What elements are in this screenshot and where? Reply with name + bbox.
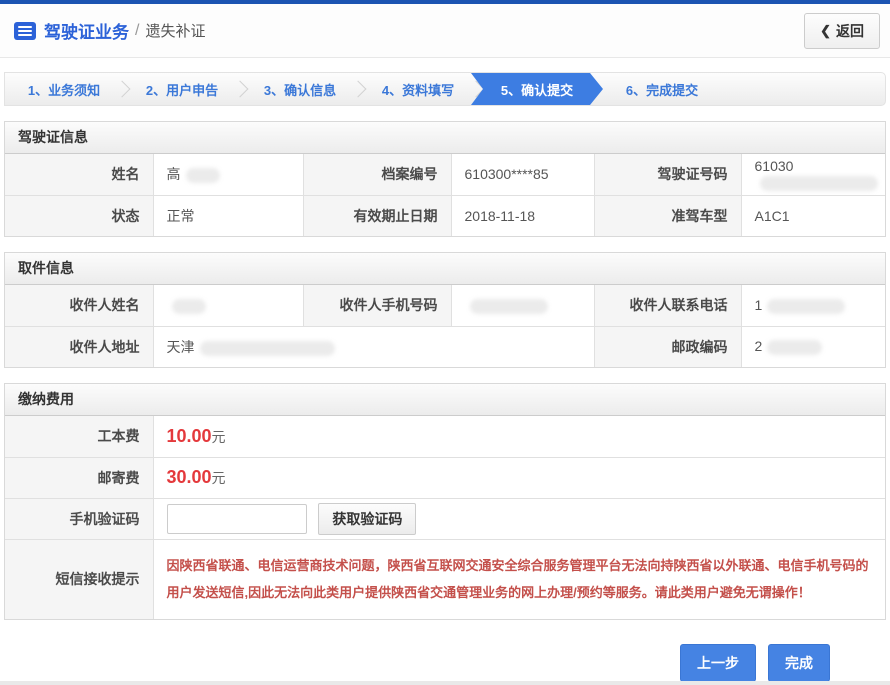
get-captcha-button[interactable]: 获取验证码: [318, 503, 416, 535]
previous-step-button[interactable]: 上一步: [680, 644, 756, 682]
file-no-value: 610300****85: [451, 154, 594, 195]
captcha-label: 手机验证码: [5, 498, 153, 539]
address-value: 天津: [153, 326, 594, 367]
table-row: 手机验证码 获取验证码: [5, 498, 885, 539]
bottom-divider: [0, 681, 890, 685]
step-4-fill-material: 4、资料填写: [359, 73, 477, 105]
recipient-mobile-value: [451, 285, 594, 326]
back-button[interactable]: ❮ 返回: [804, 13, 880, 49]
recipient-phone-label: 收件人联系电话: [594, 285, 741, 326]
work-fee-label: 工本费: [5, 416, 153, 457]
sms-tip-label: 短信接收提示: [5, 539, 153, 619]
step-2-user-declaration: 2、用户申告: [123, 73, 241, 105]
finish-button[interactable]: 完成: [768, 644, 830, 682]
vehicle-class-value: A1C1: [741, 195, 885, 236]
status-label: 状态: [5, 195, 153, 236]
page-title: 驾驶证业务: [44, 18, 129, 43]
license-info-section: 驾驶证信息 姓名 高 档案编号 610300****85 驾驶证号码 61030…: [4, 121, 886, 237]
license-info-table: 姓名 高 档案编号 610300****85 驾驶证号码 61030 状态 正常…: [5, 154, 885, 236]
redacted-value: [760, 176, 878, 191]
table-row: 短信接收提示 因陕西省联通、电信运营商技术问题，陕西省互联网交通安全综合服务管理…: [5, 539, 885, 619]
step-progress-bar: 1、业务须知 2、用户申告 3、确认信息 4、资料填写 5、确认提交 6、完成提…: [4, 72, 886, 106]
redacted-value: [200, 341, 335, 356]
name-value: 高: [153, 154, 303, 195]
page-header: 驾驶证业务 / 遗失补证 ❮ 返回: [0, 4, 890, 58]
license-no-value: 61030: [741, 154, 885, 195]
pickup-info-table: 收件人姓名 收件人手机号码 收件人联系电话 1 收件人地址 天津 邮政编码 2: [5, 285, 885, 367]
fees-section: 缴纳费用 工本费 10.00元 邮寄费 30.00元 手机验证码 获取验证码 短…: [4, 383, 886, 620]
breadcrumb-divider: /: [135, 22, 139, 40]
status-value: 正常: [153, 195, 303, 236]
recipient-mobile-label: 收件人手机号码: [303, 285, 451, 326]
chevron-left-icon: ❮: [820, 23, 831, 39]
step-6-complete-submit: 6、完成提交: [603, 73, 721, 105]
license-section-title: 驾驶证信息: [5, 122, 885, 154]
post-fee-value: 30.00元: [153, 457, 885, 498]
redacted-value: [172, 299, 206, 314]
postcode-value: 2: [741, 326, 885, 367]
recipient-phone-value: 1: [741, 285, 885, 326]
pickup-info-section: 取件信息 收件人姓名 收件人手机号码 收件人联系电话 1 收件人地址 天津 邮政…: [4, 252, 886, 368]
page: 驾驶证业务 / 遗失补证 ❮ 返回 1、业务须知 2、用户申告 3、确认信息 4…: [0, 0, 890, 685]
fees-table: 工本费 10.00元 邮寄费 30.00元 手机验证码 获取验证码 短信接收提示…: [5, 416, 885, 619]
redacted-value: [767, 340, 822, 355]
table-row: 收件人地址 天津 邮政编码 2: [5, 326, 885, 367]
back-button-label: 返回: [836, 21, 864, 41]
expiry-value: 2018-11-18: [451, 195, 594, 236]
fees-section-title: 缴纳费用: [5, 384, 885, 416]
step-bar-filler: [721, 73, 885, 105]
table-row: 收件人姓名 收件人手机号码 收件人联系电话 1: [5, 285, 885, 326]
recipient-name-label: 收件人姓名: [5, 285, 153, 326]
work-fee-value: 10.00元: [153, 416, 885, 457]
file-no-label: 档案编号: [303, 154, 451, 195]
step-1-business-notice: 1、业务须知: [5, 73, 123, 105]
pickup-section-title: 取件信息: [5, 253, 885, 285]
redacted-value: [470, 299, 548, 314]
sms-tip-cell: 因陕西省联通、电信运营商技术问题，陕西省互联网交通安全综合服务管理平台无法向持陕…: [153, 539, 885, 619]
list-icon: [14, 22, 36, 40]
captcha-input[interactable]: [167, 504, 307, 534]
redacted-value: [186, 168, 220, 183]
table-row: 工本费 10.00元: [5, 416, 885, 457]
name-label: 姓名: [5, 154, 153, 195]
table-row: 状态 正常 有效期止日期 2018-11-18 准驾车型 A1C1: [5, 195, 885, 236]
footer-actions: 上一步 完成: [0, 644, 830, 682]
recipient-name-value: [153, 285, 303, 326]
sms-tip-text: 因陕西省联通、电信运营商技术问题，陕西省互联网交通安全综合服务管理平台无法向持陕…: [154, 540, 886, 620]
address-label: 收件人地址: [5, 326, 153, 367]
table-row: 邮寄费 30.00元: [5, 457, 885, 498]
step-3-confirm-info: 3、确认信息: [241, 73, 359, 105]
license-no-label: 驾驶证号码: [594, 154, 741, 195]
post-fee-label: 邮寄费: [5, 457, 153, 498]
captcha-cell: 获取验证码: [153, 498, 885, 539]
step-5-confirm-submit-active: 5、确认提交: [471, 73, 603, 105]
table-row: 姓名 高 档案编号 610300****85 驾驶证号码 61030: [5, 154, 885, 195]
breadcrumb-current: 遗失补证: [145, 20, 205, 41]
redacted-value: [767, 299, 845, 314]
postcode-label: 邮政编码: [594, 326, 741, 367]
vehicle-class-label: 准驾车型: [594, 195, 741, 236]
expiry-label: 有效期止日期: [303, 195, 451, 236]
